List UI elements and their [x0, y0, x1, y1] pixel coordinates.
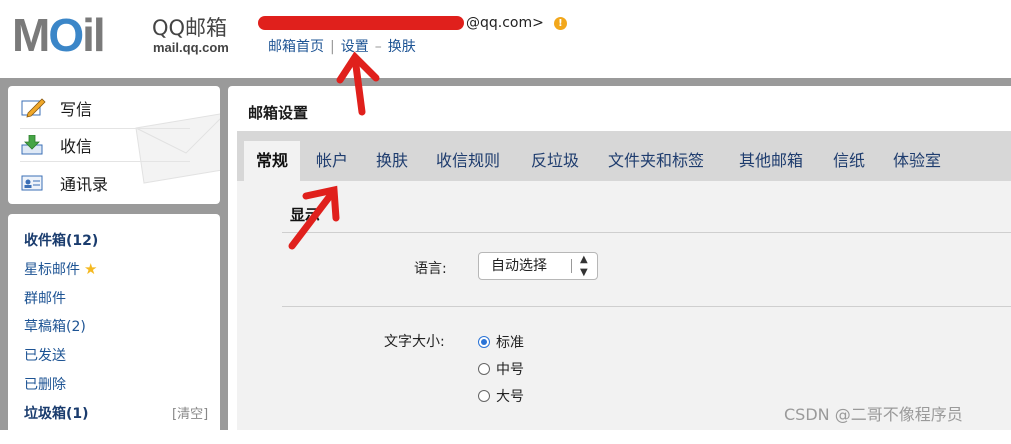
logo-brand: QQ邮箱	[152, 16, 228, 40]
tab-folders-labels[interactable]: 文件夹和标签	[596, 141, 716, 181]
mailbox-home-link[interactable]: 邮箱首页	[268, 39, 324, 55]
section-title-display: 显示	[290, 206, 321, 224]
folder-starred-label: 星标邮件	[24, 262, 80, 278]
tab-mail-rules[interactable]: 收信规则	[424, 141, 512, 181]
contacts-label: 通讯录	[60, 175, 109, 194]
watermark: CSDN @二哥不像程序员	[784, 405, 963, 424]
receive-button[interactable]: 收信	[20, 128, 190, 162]
tab-labs[interactable]: 体验室	[881, 141, 953, 181]
font-size-option-label: 大号	[496, 389, 524, 405]
header: MOil QQ邮箱 mail.qq.com @qq.com>! 邮箱首页 | 设置 –…	[0, 0, 1011, 80]
radio-button[interactable]	[478, 390, 490, 402]
tab-stationery[interactable]: 信纸	[821, 141, 877, 181]
page-title: 邮箱设置	[248, 104, 309, 122]
language-select-value: 自动选择	[491, 258, 547, 274]
compose-button[interactable]: 写信	[20, 92, 190, 124]
font-size-option-label: 标准	[496, 335, 524, 351]
receive-label: 收信	[60, 137, 93, 156]
contacts-card-icon	[20, 173, 46, 193]
star-icon: ★	[84, 260, 98, 278]
font-size-option-medium[interactable]: 中号	[478, 359, 524, 379]
logo-domain: mail.qq.com	[153, 40, 229, 55]
separator: –	[374, 39, 382, 55]
radio-button-selected[interactable]	[478, 336, 490, 348]
folder-drafts[interactable]: 草稿箱(2)	[24, 316, 86, 336]
tab-general[interactable]: 常规	[244, 141, 301, 181]
account-address: @qq.com>!	[258, 15, 567, 31]
font-size-option-standard[interactable]: 标准	[478, 332, 524, 352]
divider	[282, 306, 1011, 307]
font-size-option-large[interactable]: 大号	[478, 386, 524, 406]
font-size-option-label: 中号	[496, 362, 524, 378]
folder-group[interactable]: 群邮件	[24, 288, 66, 308]
tab-account[interactable]: 帐户	[304, 141, 360, 181]
folder-deleted[interactable]: 已删除	[24, 374, 66, 394]
select-arrows-icon: ▲ ▼	[580, 254, 588, 278]
folder-sent[interactable]: 已发送	[24, 345, 66, 365]
skin-link[interactable]: 换肤	[388, 39, 416, 55]
tab-skin[interactable]: 换肤	[364, 141, 420, 181]
language-select[interactable]: 自动选择 ▲ ▼	[478, 252, 598, 280]
language-label: 语言:	[414, 261, 447, 277]
radio-button[interactable]	[478, 363, 490, 375]
select-divider	[571, 259, 572, 273]
contacts-button[interactable]: 通讯录	[20, 167, 190, 199]
tab-other-mailboxes[interactable]: 其他邮箱	[727, 141, 815, 181]
redaction-scribble	[258, 16, 464, 30]
folder-inbox[interactable]: 收件箱(12)	[24, 230, 98, 250]
clear-spam-link[interactable]: [清空]	[172, 403, 208, 422]
top-links: 邮箱首页 | 设置 – 换肤	[268, 36, 416, 56]
compose-pencil-icon	[20, 98, 46, 118]
tab-anti-spam[interactable]: 反垃圾	[519, 141, 591, 181]
compose-label: 写信	[60, 100, 93, 119]
separator: |	[330, 39, 335, 55]
folder-spam[interactable]: 垃圾箱(1)	[24, 403, 89, 423]
account-suffix: @qq.com>	[466, 15, 544, 31]
settings-link[interactable]: 设置	[341, 39, 369, 55]
folder-starred[interactable]: 星标邮件 ★	[24, 259, 97, 279]
logo-mail-wordmark: MOil	[12, 9, 106, 61]
divider	[282, 232, 1011, 233]
font-size-label: 文字大小:	[384, 334, 445, 350]
receive-download-icon	[20, 134, 46, 155]
warning-icon[interactable]: !	[553, 16, 567, 30]
